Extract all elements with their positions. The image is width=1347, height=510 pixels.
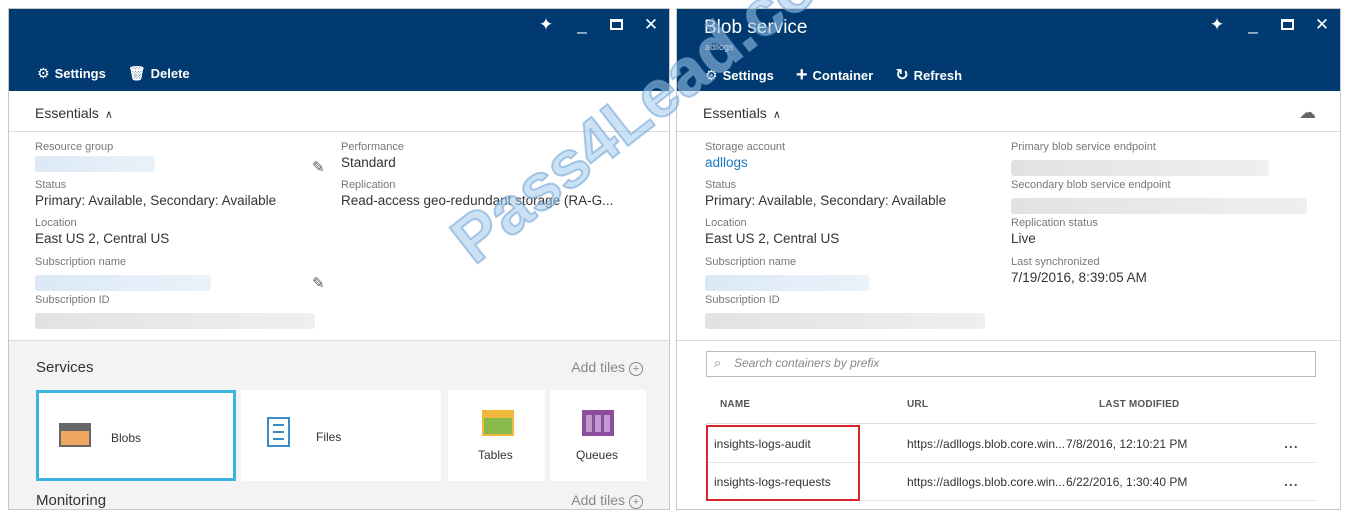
secondary-endpoint-value-redacted <box>1011 198 1307 214</box>
add-container-button[interactable]: + Container <box>796 65 873 85</box>
more-options-icon[interactable]: ... <box>1284 435 1299 451</box>
subscription-id-field: Subscription ID <box>35 294 335 329</box>
subscription-id-field: Subscription ID <box>705 294 1005 329</box>
chevron-up-icon: ∧ <box>104 109 113 121</box>
blob-container-icon <box>59 423 91 447</box>
refresh-icon: ↻ <box>895 67 909 84</box>
replication-field: Replication Read-access geo-redundant st… <box>341 179 614 208</box>
last-synchronized-field: Last synchronized 7/19/2016, 8:39:05 AM <box>1011 256 1147 285</box>
blade-subtitle: adllogs <box>705 42 734 52</box>
edit-resource-group-icon[interactable]: ✎ <box>312 158 325 176</box>
primary-endpoint-field: Primary blob service endpoint <box>1011 141 1311 176</box>
maximize-icon[interactable] <box>610 19 623 30</box>
file-icon <box>267 417 290 447</box>
tile-tables[interactable]: Tables <box>448 390 545 481</box>
window-controls: ✦ _ ✕ <box>538 15 659 35</box>
command-bar: ⚙ Settings + Container ↻ Refresh <box>705 65 962 85</box>
subscription-id-value-redacted <box>35 313 315 329</box>
command-bar: ⚙ Settings 🗑 Delete <box>37 65 190 82</box>
minimize-icon[interactable]: _ <box>574 15 590 35</box>
storage-account-link[interactable]: adllogs <box>705 154 785 172</box>
pin-icon[interactable]: ✦ <box>1209 15 1225 35</box>
storage-account-blade: ✦ _ ✕ ⚙ Settings 🗑 Delete Essentials ∧ Re… <box>8 8 670 510</box>
storage-account-field: Storage account adllogs <box>705 141 786 172</box>
chevron-up-icon: ∧ <box>772 109 781 121</box>
plus-circle-icon: + <box>629 495 643 509</box>
secondary-endpoint-field: Secondary blob service endpoint <box>1011 179 1311 214</box>
more-options-icon[interactable]: ... <box>1284 473 1299 489</box>
subscription-name-field: Subscription name <box>35 256 235 291</box>
edit-subscription-icon[interactable]: ✎ <box>312 274 325 292</box>
monitoring-title: Monitoring <box>36 492 107 509</box>
settings-button[interactable]: ⚙ Settings <box>37 65 106 82</box>
resource-group-field: Resource group <box>35 141 295 172</box>
column-header-name[interactable]: NAME <box>720 399 750 410</box>
table-icon <box>482 410 514 436</box>
subscription-name-field: Subscription name <box>705 256 905 291</box>
settings-button[interactable]: ⚙ Settings <box>705 65 774 85</box>
replication-status-field: Replication status Live <box>1011 217 1098 246</box>
blob-service-blade: Blob service adllogs ✦ _ ✕ ⚙ Settings + … <box>676 8 1341 510</box>
column-header-last-modified[interactable]: LAST MODIFIED <box>1099 399 1179 410</box>
add-tiles-monitoring[interactable]: Add tiles + <box>571 492 643 509</box>
gear-icon: ⚙ <box>705 66 718 83</box>
add-tiles-services[interactable]: Add tiles + <box>571 359 643 376</box>
container-url: https://adllogs.blob.core.win... <box>907 437 1066 451</box>
search-input[interactable] <box>734 356 1294 370</box>
subscription-name-value-redacted <box>705 275 869 291</box>
column-header-url[interactable]: URL <box>907 399 928 410</box>
search-box: ⌕ <box>706 351 1316 377</box>
container-url: https://adllogs.blob.core.win... <box>907 475 1066 489</box>
container-last-modified: 7/8/2016, 12:10:21 PM <box>1066 437 1188 451</box>
queue-icon <box>582 410 614 436</box>
blade-header: ✦ _ ✕ ⚙ Settings 🗑 Delete <box>9 9 669 91</box>
containers-section: ⌕ NAME URL LAST MODIFIED insights-logs-a… <box>677 340 1340 509</box>
resource-group-value-redacted <box>35 156 155 172</box>
refresh-button[interactable]: ↻ Refresh <box>895 65 962 85</box>
pin-icon[interactable]: ✦ <box>538 15 554 35</box>
status-field: Status Primary: Available, Secondary: Av… <box>705 179 947 208</box>
minimize-icon[interactable]: _ <box>1245 15 1261 35</box>
services-section: Services Add tiles + Blobs Files Tables Q… <box>9 340 669 509</box>
subscription-id-value-redacted <box>705 313 985 329</box>
container-last-modified: 6/22/2016, 1:30:40 PM <box>1066 475 1188 489</box>
services-title: Services <box>36 359 94 376</box>
essentials-toggle[interactable]: Essentials ∧ <box>9 91 669 132</box>
blade-title: Blob service <box>704 17 808 38</box>
cloud-icon[interactable]: ☁ <box>1299 103 1316 123</box>
tile-blobs[interactable]: Blobs <box>36 390 236 481</box>
trash-icon: 🗑 <box>127 65 146 81</box>
gear-icon: ⚙ <box>37 65 50 81</box>
maximize-icon[interactable] <box>1281 19 1294 30</box>
location-field: Location East US 2, Central US <box>705 217 840 246</box>
performance-field: Performance Standard <box>341 141 404 170</box>
subscription-name-value-redacted <box>35 275 211 291</box>
highlight-box <box>706 425 860 501</box>
location-field: Location East US 2, Central US <box>35 217 170 246</box>
status-field: Status Primary: Available, Secondary: Av… <box>35 179 277 208</box>
plus-icon: + <box>795 64 808 86</box>
primary-endpoint-value-redacted <box>1011 160 1269 176</box>
tile-queues[interactable]: Queues <box>550 390 646 481</box>
blade-header: Blob service adllogs ✦ _ ✕ ⚙ Settings + … <box>677 9 1340 91</box>
essentials-toggle[interactable]: Essentials ∧ ☁ <box>677 91 1340 132</box>
tile-files[interactable]: Files <box>241 390 441 481</box>
close-icon[interactable]: ✕ <box>1314 15 1330 35</box>
delete-button[interactable]: 🗑 Delete <box>128 65 190 82</box>
window-controls: ✦ _ ✕ <box>1209 15 1330 35</box>
search-icon: ⌕ <box>714 355 722 370</box>
close-icon[interactable]: ✕ <box>643 15 659 35</box>
plus-circle-icon: + <box>629 362 643 376</box>
